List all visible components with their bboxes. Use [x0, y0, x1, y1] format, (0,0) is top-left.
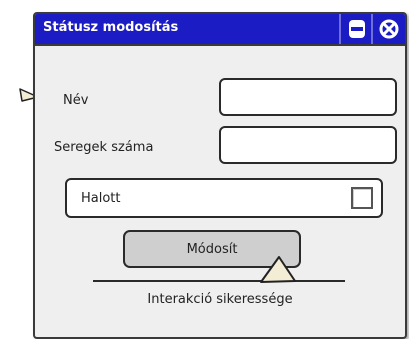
- dead-label: Halott: [81, 191, 121, 206]
- name-label: Név: [63, 93, 89, 108]
- title-bar-separator: [339, 14, 341, 44]
- minimize-icon[interactable]: [345, 17, 369, 41]
- divider-line: [93, 280, 345, 282]
- dead-checkbox[interactable]: [351, 187, 373, 209]
- interaction-status-text: Interakció sikeressége: [147, 292, 293, 307]
- name-input[interactable]: [219, 78, 397, 116]
- army-count-label: Seregek száma: [54, 140, 154, 155]
- status-modify-window: Státusz modosítás Név Seregek száma Halo…: [33, 12, 407, 339]
- dead-checkbox-row[interactable]: Halott: [65, 178, 383, 218]
- pointer-arrow-icon: [260, 256, 296, 283]
- army-count-input[interactable]: [219, 126, 397, 164]
- title-bar-separator: [371, 14, 373, 44]
- close-icon[interactable]: [377, 17, 401, 41]
- canvas: Státusz modosítás Név Seregek száma Halo…: [0, 0, 409, 339]
- title-bar[interactable]: Státusz modosítás: [35, 14, 405, 46]
- window-title: Státusz modosítás: [43, 20, 179, 35]
